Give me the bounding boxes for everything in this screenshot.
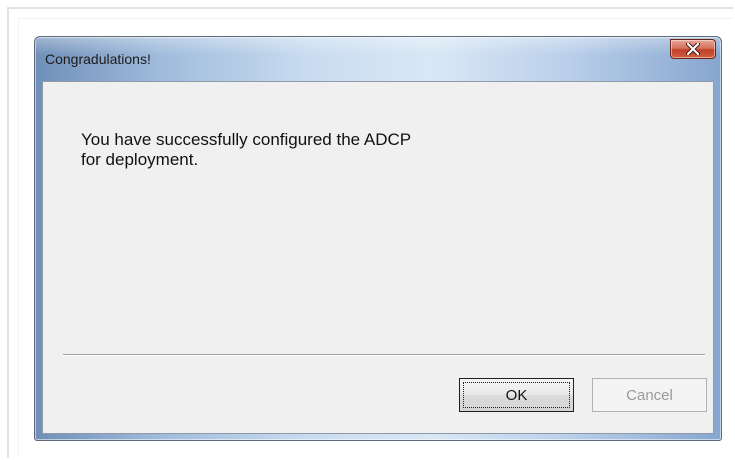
message-line-1: You have successfully configured the ADC… xyxy=(81,130,412,149)
message-text: You have successfully configured the ADC… xyxy=(81,130,411,170)
cancel-button[interactable]: Cancel xyxy=(592,378,707,412)
button-separator xyxy=(63,354,705,356)
dialog-title: Congradulations! xyxy=(45,51,151,67)
close-button[interactable] xyxy=(670,39,716,59)
close-icon xyxy=(686,43,700,55)
focus-rectangle xyxy=(463,382,570,408)
ok-button[interactable]: OK xyxy=(459,378,574,412)
congratulations-dialog: Congradulations! You have successfully c… xyxy=(34,36,722,441)
message-line-2: for deployment. xyxy=(81,150,199,169)
title-bar[interactable]: Congradulations! xyxy=(35,37,721,77)
dialog-body: You have successfully configured the ADC… xyxy=(42,81,714,434)
cancel-button-label: Cancel xyxy=(626,386,673,404)
